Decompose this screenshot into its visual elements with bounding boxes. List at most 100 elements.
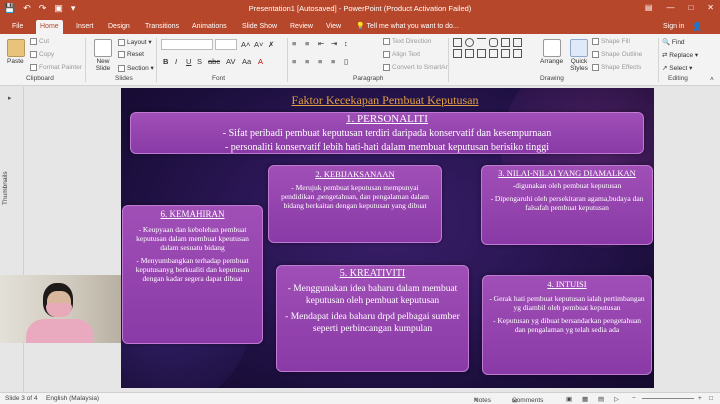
numbering-icon[interactable]: ≡ [305,39,309,48]
shape-outline-button[interactable]: Shape Outline [592,51,642,58]
paste-button[interactable]: Paste [7,58,24,65]
reading-view-icon[interactable]: ▤ [598,395,604,403]
shape-brace-icon[interactable] [489,49,498,58]
shape-rounded-icon[interactable] [489,38,498,47]
text-direction-button[interactable]: Text Direction [383,38,431,45]
arrange-icon[interactable] [543,39,561,57]
tab-animations[interactable]: Animations [188,20,231,34]
section-button[interactable]: Section ▾ [118,64,154,72]
character-spacing-icon[interactable]: AV [226,57,235,66]
align-left-icon[interactable]: ≡ [292,57,296,66]
replace-button[interactable]: ⇄ Replace ▾ [662,51,698,59]
tab-file[interactable]: File [8,20,27,34]
kreativiti-line: - Mendapat idea baharu drpd pelbagai sum… [285,312,460,334]
quick-styles-icon[interactable] [570,39,588,57]
tell-me-search[interactable]: 💡 Tell me what you want to do... [356,20,459,33]
fit-slide-icon[interactable]: □ [709,395,713,402]
share-icon[interactable]: 👤 [692,20,702,33]
minimize-button[interactable]: — [666,3,674,12]
italic-icon[interactable]: I [175,57,177,66]
align-center-icon[interactable]: ≡ [305,57,309,66]
slide-show-icon[interactable]: ▷ [614,395,619,403]
tab-home[interactable]: Home [36,20,63,34]
clear-formatting-icon[interactable]: ✗ [268,40,274,49]
tab-review[interactable]: Review [286,20,317,34]
shadow-icon[interactable]: S [197,57,202,66]
slide-title[interactable]: Faktor Kecekapan Pembuat Keputusan [265,93,505,108]
align-right-icon[interactable]: ≡ [318,57,322,66]
change-case-icon[interactable]: Aa [242,57,251,66]
increase-font-icon[interactable]: A˄ [241,40,250,49]
find-button[interactable]: 🔍 Find [662,38,685,46]
shapes-gallery[interactable] [453,38,523,58]
paste-icon[interactable] [7,39,25,57]
arrange-button[interactable]: Arrange [540,58,563,65]
kebijaksanaan-body: - Merujuk pembuat keputusan mempunyai pe… [275,183,435,210]
tab-transitions[interactable]: Transitions [141,20,183,34]
zoom-slider[interactable] [642,398,694,399]
presenter-shirt [26,319,94,343]
shape-fill-button[interactable]: Shape Fill [592,38,630,45]
justify-icon[interactable]: ≡ [331,57,335,66]
zoom-in-icon[interactable]: + [698,395,702,402]
collapse-ribbon-icon[interactable]: ˄ [710,76,714,83]
kemahiran-box[interactable]: 6. KEMAHIRAN - Keupyaan dan kebolehan pe… [122,205,263,344]
shape-triangle-icon[interactable] [453,49,462,58]
quick-styles-button[interactable]: Quick Styles [568,58,590,72]
zoom-out-icon[interactable]: − [632,395,636,402]
strikethrough-icon[interactable]: abc [208,57,220,66]
tab-slide-show[interactable]: Slide Show [238,20,281,34]
language-indicator[interactable]: English (Malaysia) [46,395,99,402]
shape-star-icon[interactable] [477,49,486,58]
separator [156,38,157,82]
shape-banner-icon[interactable] [513,49,522,58]
convert-smartart-button[interactable]: Convert to SmartArt [383,64,449,71]
font-color-icon[interactable]: A [258,57,263,66]
shape-arrow-icon[interactable] [465,49,474,58]
tab-insert[interactable]: Insert [72,20,98,34]
nilai-box[interactable]: 3. NILAI-NILAI YANG DIAMALKAN -digunakan… [481,165,653,245]
line-spacing-icon[interactable]: ↕ [344,39,348,48]
ribbon-display-options-icon[interactable]: ▤ [645,3,653,12]
slide-canvas[interactable]: Faktor Kecekapan Pembuat Keputusan 1. PE… [121,88,654,388]
font-size-box[interactable] [215,39,237,50]
decrease-font-icon[interactable]: A˅ [254,40,263,49]
format-painter-button[interactable]: Format Painter [30,64,82,71]
tab-view[interactable]: View [322,20,345,34]
section-label: Section [127,65,149,72]
align-text-button[interactable]: Align Text [383,51,420,58]
shape-callout-icon[interactable] [501,49,510,58]
new-slide-icon[interactable] [94,39,112,57]
new-slide-button[interactable]: New Slide [91,58,115,72]
expand-thumbnails-icon[interactable]: ▸ [8,94,12,102]
layout-button[interactable]: Layout ▾ [118,38,152,46]
bullets-icon[interactable]: ≡ [292,39,296,48]
increase-indent-icon[interactable]: ⇥ [331,39,337,48]
tab-design[interactable]: Design [104,20,134,34]
shape-textbox-icon[interactable] [501,38,510,47]
decrease-indent-icon[interactable]: ⇤ [318,39,324,48]
maximize-button[interactable]: □ [688,3,693,12]
normal-view-icon[interactable]: ▣ [566,395,572,403]
shape-line-icon[interactable] [477,38,486,47]
reset-button[interactable]: Reset [118,51,144,58]
shape-more-icon[interactable] [513,38,522,47]
bold-icon[interactable]: B [163,57,168,66]
copy-button[interactable]: Copy [30,51,54,58]
select-button[interactable]: ↗ Select ▾ [662,64,692,72]
shape-oval-icon[interactable] [465,38,474,47]
columns-icon[interactable]: ▯ [344,57,348,66]
personaliti-box[interactable]: 1. PERSONALITI - Sifat peribadi pembuat … [130,112,644,154]
cut-button[interactable]: Cut [30,38,49,45]
text-direction-label: Text Direction [392,38,432,46]
kebijaksanaan-box[interactable]: 2. KEBIJAKSANAAN - Merujuk pembuat keput… [268,165,442,243]
slide-sorter-icon[interactable]: ▦ [582,395,588,403]
font-name-box[interactable] [161,39,213,50]
close-button[interactable]: ✕ [707,3,714,12]
shape-effects-button[interactable]: Shape Effects [592,64,641,71]
kreativiti-box[interactable]: 5. KREATIVITI - Menggunakan idea baharu … [276,265,469,372]
sign-in-link[interactable]: Sign in [663,20,684,33]
intuisi-box[interactable]: 4. INTUISI - Gerak hati pembuat keputusa… [482,275,652,375]
underline-icon[interactable]: U [186,57,191,66]
shape-rectangle-icon[interactable] [453,38,462,47]
